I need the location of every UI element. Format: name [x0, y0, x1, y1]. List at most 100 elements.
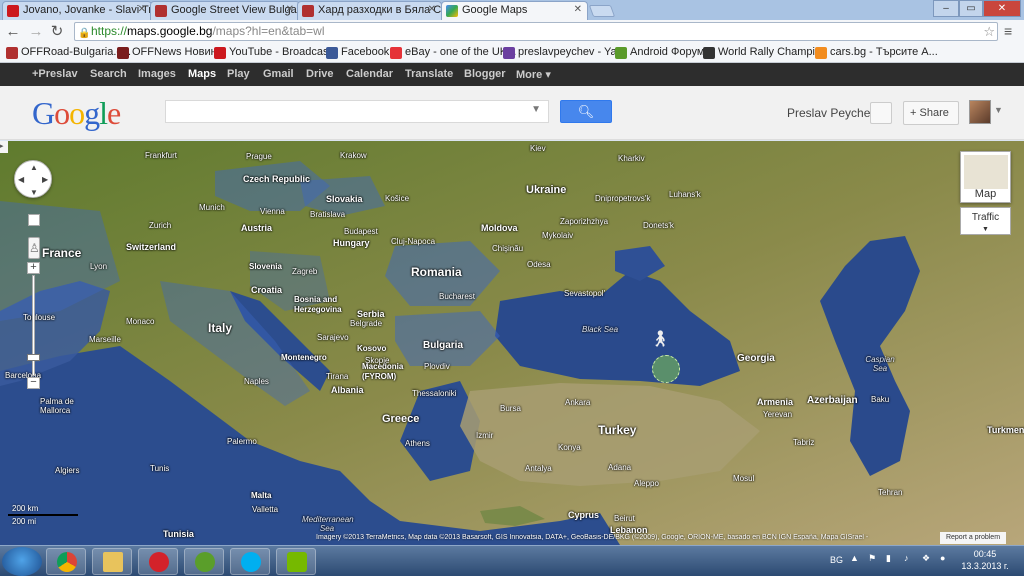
google-logo[interactable]: Google	[32, 95, 121, 132]
gbar-play[interactable]: Play	[227, 68, 250, 80]
bookmark-label: YouTube - Broadcas...	[229, 46, 338, 58]
avatar[interactable]	[969, 100, 991, 124]
tray-app-icon[interactable]: ●	[940, 553, 945, 563]
close-window-button[interactable]: ✕	[983, 0, 1021, 17]
close-icon[interactable]: ✕	[574, 4, 582, 15]
url-scheme: https://	[91, 24, 128, 38]
reload-button[interactable]: ↻	[48, 23, 66, 41]
traffic-button[interactable]: Traffic ▼	[960, 207, 1011, 235]
lock-icon: 🔒	[78, 28, 91, 39]
gbar-images[interactable]: Images	[138, 68, 176, 80]
close-icon[interactable]: ✕	[428, 4, 436, 15]
menu-wrench-icon[interactable]: ≡	[1004, 23, 1012, 39]
zoom-in-button[interactable]: +	[27, 262, 40, 274]
map-label: France	[42, 246, 82, 260]
taskbar-opera[interactable]	[138, 548, 178, 575]
tab-street-view[interactable]: Google Street View Bulgar ✕	[150, 1, 300, 20]
bookmark-cars-bg[interactable]: cars.bg - Търсите А...	[815, 46, 938, 59]
bookmark-wrc[interactable]: World Rally Champi...	[703, 46, 824, 59]
zoom-out-button[interactable]: −	[27, 377, 40, 389]
share-label: Share	[919, 107, 949, 119]
user-name[interactable]: Preslav Peychev	[787, 106, 876, 120]
notifications-button[interactable]	[870, 102, 892, 124]
gbar-plus-preslav[interactable]: +Preslav	[32, 68, 78, 80]
map-label: Czech Republic	[243, 174, 311, 184]
chevron-up-icon[interactable]: ▲	[850, 553, 859, 563]
bookmark-yahoo-mail[interactable]: preslavpeychev - Ya...	[503, 46, 626, 59]
taskbar-chrome[interactable]	[46, 548, 86, 575]
bookmark-offroad[interactable]: OFFRoad-Bulgaria.c...	[6, 46, 131, 59]
url-path: /maps?hl=en&tab=wl	[212, 24, 325, 38]
pan-up-icon[interactable]: ▲	[30, 163, 38, 172]
language-indicator[interactable]: BG	[830, 555, 843, 565]
back-button[interactable]: ←	[4, 23, 22, 41]
gbar-blogger[interactable]: Blogger	[464, 68, 506, 80]
taskbar-nvidia[interactable]	[276, 548, 316, 575]
tab-youtube[interactable]: Jovano, Jovanke - Slavi Tr ✕	[2, 1, 152, 20]
search-input[interactable]: ▼	[165, 100, 549, 123]
chevron-down-icon[interactable]: ▼	[531, 104, 541, 115]
map-attribution: Imagery ©2013 TerraMetrics, Map data ©20…	[316, 534, 869, 541]
my-location-button[interactable]	[28, 214, 40, 226]
new-tab-button[interactable]	[588, 5, 616, 17]
minimize-button[interactable]: –	[933, 0, 959, 17]
map-label: Aleppo	[634, 479, 659, 488]
close-icon[interactable]: ✕	[138, 4, 146, 15]
gbar-calendar[interactable]: Calendar	[346, 68, 393, 80]
gbar-maps[interactable]: Maps	[188, 68, 216, 80]
youtube-icon	[214, 47, 226, 59]
flag-icon[interactable]: ⚑	[868, 553, 876, 564]
taskbar-explorer[interactable]	[92, 548, 132, 575]
bookmark-label: OFFNews Новини	[132, 46, 223, 58]
forward-button[interactable]: →	[27, 23, 45, 41]
network-icon[interactable]: ▮	[886, 553, 891, 564]
dropbox-icon[interactable]: ❖	[922, 553, 930, 564]
pan-control[interactable]: ▲ ▼ ◀ ▶	[14, 160, 52, 198]
satellite-map	[0, 141, 1024, 545]
search-button[interactable]: 🔍︎	[560, 100, 612, 123]
map-label: Kharkiv	[618, 154, 645, 163]
taskbar-utorrent[interactable]	[184, 548, 224, 575]
taskbar-skype[interactable]	[230, 548, 270, 575]
pan-down-icon[interactable]: ▼	[30, 188, 38, 197]
clock-date: 13.3.2013 г.	[961, 561, 1009, 571]
close-icon[interactable]: ✕	[286, 4, 294, 15]
start-button[interactable]	[2, 547, 42, 576]
maximize-button[interactable]: ▭	[959, 0, 983, 17]
map-canvas[interactable]: ▸ Ukraine Czech Republic Slovakia Austri…	[0, 141, 1024, 545]
gbar-translate[interactable]: Translate	[405, 68, 453, 80]
map-label: Thessaloniki	[412, 389, 457, 398]
collapse-panel-button[interactable]: ▸	[0, 141, 8, 153]
map-label: Antalya	[525, 464, 552, 473]
bookmark-facebook[interactable]: Facebook	[326, 46, 389, 59]
map-label: Budapest	[344, 227, 378, 236]
bookmark-android[interactable]: Android Форум	[615, 46, 704, 59]
bookmark-offnews[interactable]: OFFNews Новини	[117, 46, 223, 59]
pegman-icon[interactable]: ♙	[28, 237, 40, 259]
map-label: Tehran	[878, 488, 903, 497]
tab-google-maps[interactable]: Google Maps ✕	[441, 1, 588, 20]
report-problem-link[interactable]: Report a problem	[940, 532, 1006, 544]
pan-left-icon[interactable]: ◀	[18, 175, 24, 184]
bookmarks-bar: OFFRoad-Bulgaria.c... OFFNews Новини You…	[0, 44, 1024, 63]
map-label: Bursa	[500, 404, 521, 413]
bookmark-star-icon[interactable]: ☆	[983, 23, 995, 40]
pan-right-icon[interactable]: ▶	[42, 175, 48, 184]
map-type-button[interactable]: Map	[960, 151, 1011, 203]
gbar-more[interactable]: More ▾	[516, 68, 551, 81]
address-bar[interactable]: 🔒 https://maps.google.bg/maps?hl=en&tab=…	[74, 22, 998, 41]
bookmark-youtube[interactable]: YouTube - Broadcas...	[214, 46, 338, 59]
chevron-down-icon[interactable]: ▼	[994, 105, 1003, 115]
clock[interactable]: 00:45 13.3.2013 г.	[960, 548, 1010, 572]
share-button[interactable]: + Share	[903, 101, 959, 125]
gbar-gmail[interactable]: Gmail	[263, 68, 294, 80]
map-label: Hungary	[333, 238, 370, 248]
volume-icon[interactable]: ♪	[904, 553, 909, 563]
offroad-icon	[302, 5, 314, 17]
gbar-search[interactable]: Search	[90, 68, 127, 80]
map-label: Macedonia (FYROM)	[362, 362, 404, 381]
bookmark-ebay[interactable]: eBay - one of the UK...	[390, 46, 516, 59]
tab-hard-walks[interactable]: Хард разходки в Бяла Сла ✕	[297, 1, 442, 20]
gbar-drive[interactable]: Drive	[306, 68, 334, 80]
zoom-slider-thumb[interactable]	[27, 354, 40, 361]
